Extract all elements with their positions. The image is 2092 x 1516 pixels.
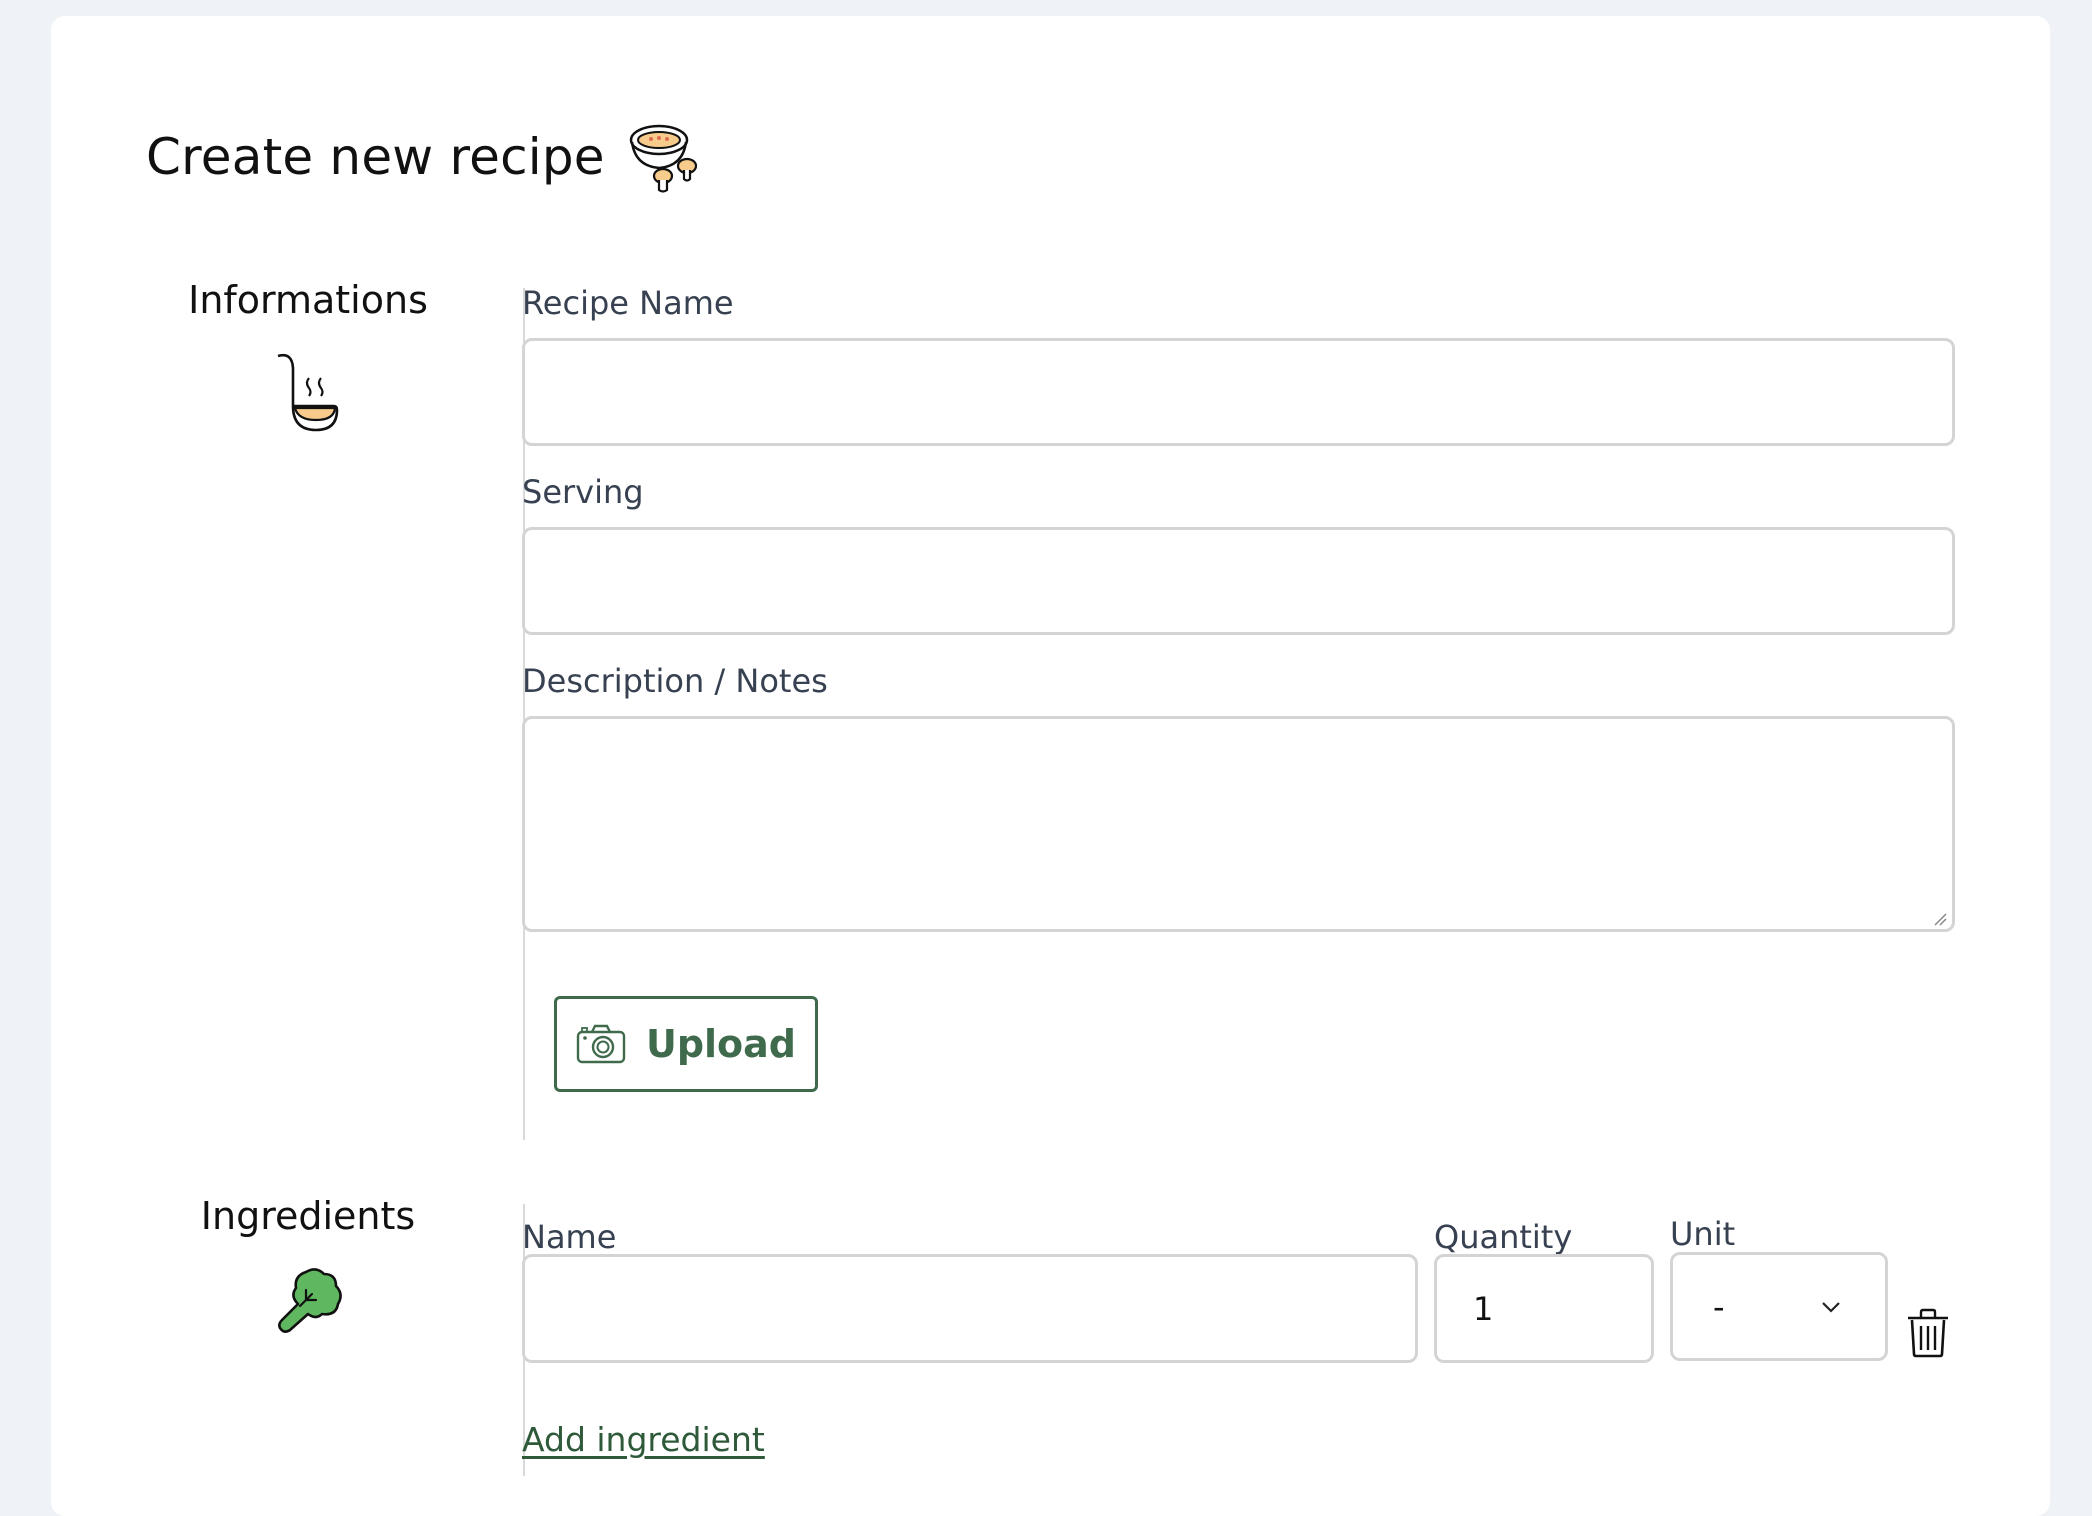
ingredient-unit-label: Unit bbox=[1670, 1215, 1736, 1253]
upload-button[interactable]: Upload bbox=[554, 996, 818, 1092]
soup-bowl-icon bbox=[629, 124, 697, 193]
broccoli-icon bbox=[278, 1268, 342, 1333]
ingredients-heading: Ingredients bbox=[200, 1194, 416, 1238]
trash-icon[interactable] bbox=[1906, 1308, 1950, 1358]
upload-button-label: Upload bbox=[645, 1022, 797, 1066]
ingredient-name-label: Name bbox=[522, 1218, 617, 1256]
informations-heading: Informations bbox=[188, 278, 428, 322]
recipe-name-label: Recipe Name bbox=[522, 284, 734, 322]
ladle-icon bbox=[277, 353, 339, 432]
ingredient-unit-value: - bbox=[1713, 1287, 1725, 1326]
page-title-row: Create new recipe bbox=[146, 120, 703, 194]
textarea-resize-grip[interactable] bbox=[1933, 912, 1947, 926]
description-label: Description / Notes bbox=[522, 662, 828, 700]
page-title: Create new recipe bbox=[146, 128, 605, 186]
ingredient-quantity-input[interactable] bbox=[1434, 1254, 1654, 1363]
ingredient-unit-select[interactable]: - bbox=[1670, 1252, 1888, 1361]
add-ingredient-link[interactable]: Add ingredient bbox=[522, 1420, 765, 1459]
serving-input[interactable] bbox=[522, 527, 1955, 635]
recipe-name-input[interactable] bbox=[522, 338, 1955, 446]
ingredient-quantity-label: Quantity bbox=[1434, 1218, 1573, 1256]
description-textarea[interactable] bbox=[522, 716, 1955, 932]
recipe-form-card: Create new recipe Informations Recipe Na… bbox=[51, 16, 2050, 1516]
serving-label: Serving bbox=[522, 473, 644, 511]
chevron-down-icon bbox=[1822, 1301, 1840, 1313]
camera-icon bbox=[576, 1024, 626, 1064]
ingredient-name-input[interactable] bbox=[522, 1254, 1418, 1363]
